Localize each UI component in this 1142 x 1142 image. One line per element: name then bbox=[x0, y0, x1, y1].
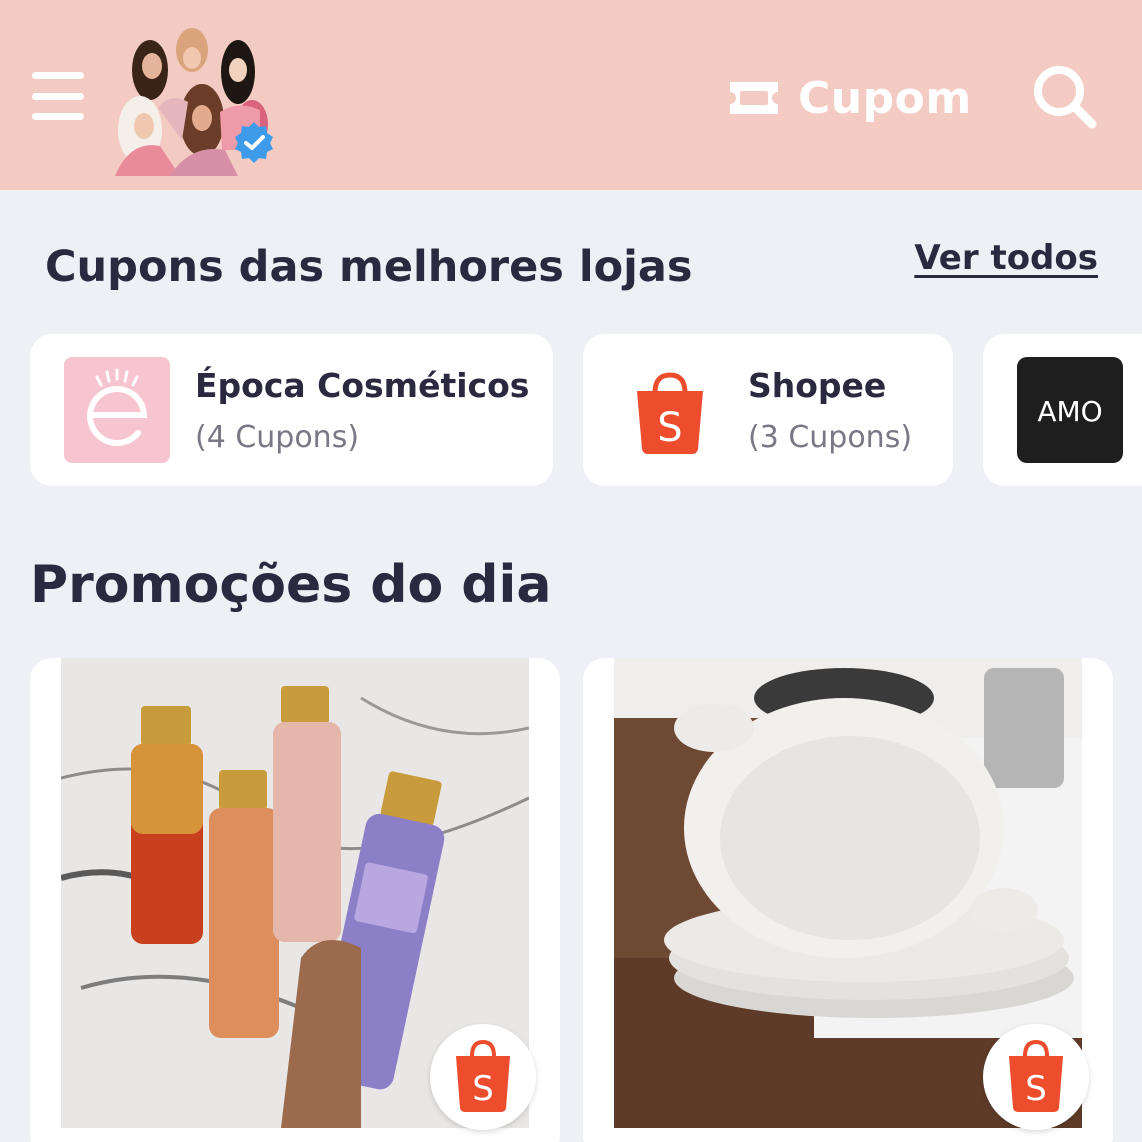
epoca-logo-icon bbox=[64, 357, 170, 463]
shopee-badge-icon: S bbox=[983, 1024, 1089, 1130]
store-coupon-count: (4 Cupons) bbox=[195, 420, 360, 455]
promos-section-title: Promoções do dia bbox=[30, 555, 552, 615]
amo-logo-icon: AMO bbox=[1017, 357, 1123, 463]
store-card-shopee[interactable]: S Shopee (3 Cupons) bbox=[583, 334, 953, 486]
search-icon[interactable] bbox=[1032, 64, 1098, 130]
shopee-badge-icon: S bbox=[430, 1024, 536, 1130]
coupon-label: Cupom bbox=[798, 72, 972, 124]
promo-card[interactable]: S bbox=[30, 658, 560, 1142]
store-name: Shopee bbox=[748, 366, 887, 405]
svg-text:S: S bbox=[1025, 1069, 1047, 1109]
promo-card[interactable]: S bbox=[583, 658, 1113, 1142]
svg-text:AMO: AMO bbox=[1037, 395, 1102, 428]
store-card-epoca[interactable]: Época Cosméticos (4 Cupons) bbox=[30, 334, 553, 486]
svg-text:S: S bbox=[657, 405, 682, 451]
see-all-link[interactable]: Ver todos bbox=[914, 238, 1098, 278]
coupon-button[interactable]: Cupom bbox=[726, 66, 972, 130]
verified-badge-icon bbox=[232, 120, 276, 164]
svg-text:S: S bbox=[472, 1069, 494, 1109]
app-header: Cupom bbox=[0, 0, 1142, 190]
store-coupon-count: (3 Cupons) bbox=[748, 420, 913, 455]
store-card-amo[interactable]: AMO bbox=[983, 334, 1142, 486]
ticket-icon bbox=[730, 82, 778, 114]
stores-section-title: Cupons das melhores lojas bbox=[45, 242, 693, 292]
menu-icon[interactable] bbox=[32, 72, 84, 120]
store-name: Época Cosméticos bbox=[195, 366, 530, 405]
shopee-logo-icon: S bbox=[617, 357, 723, 463]
